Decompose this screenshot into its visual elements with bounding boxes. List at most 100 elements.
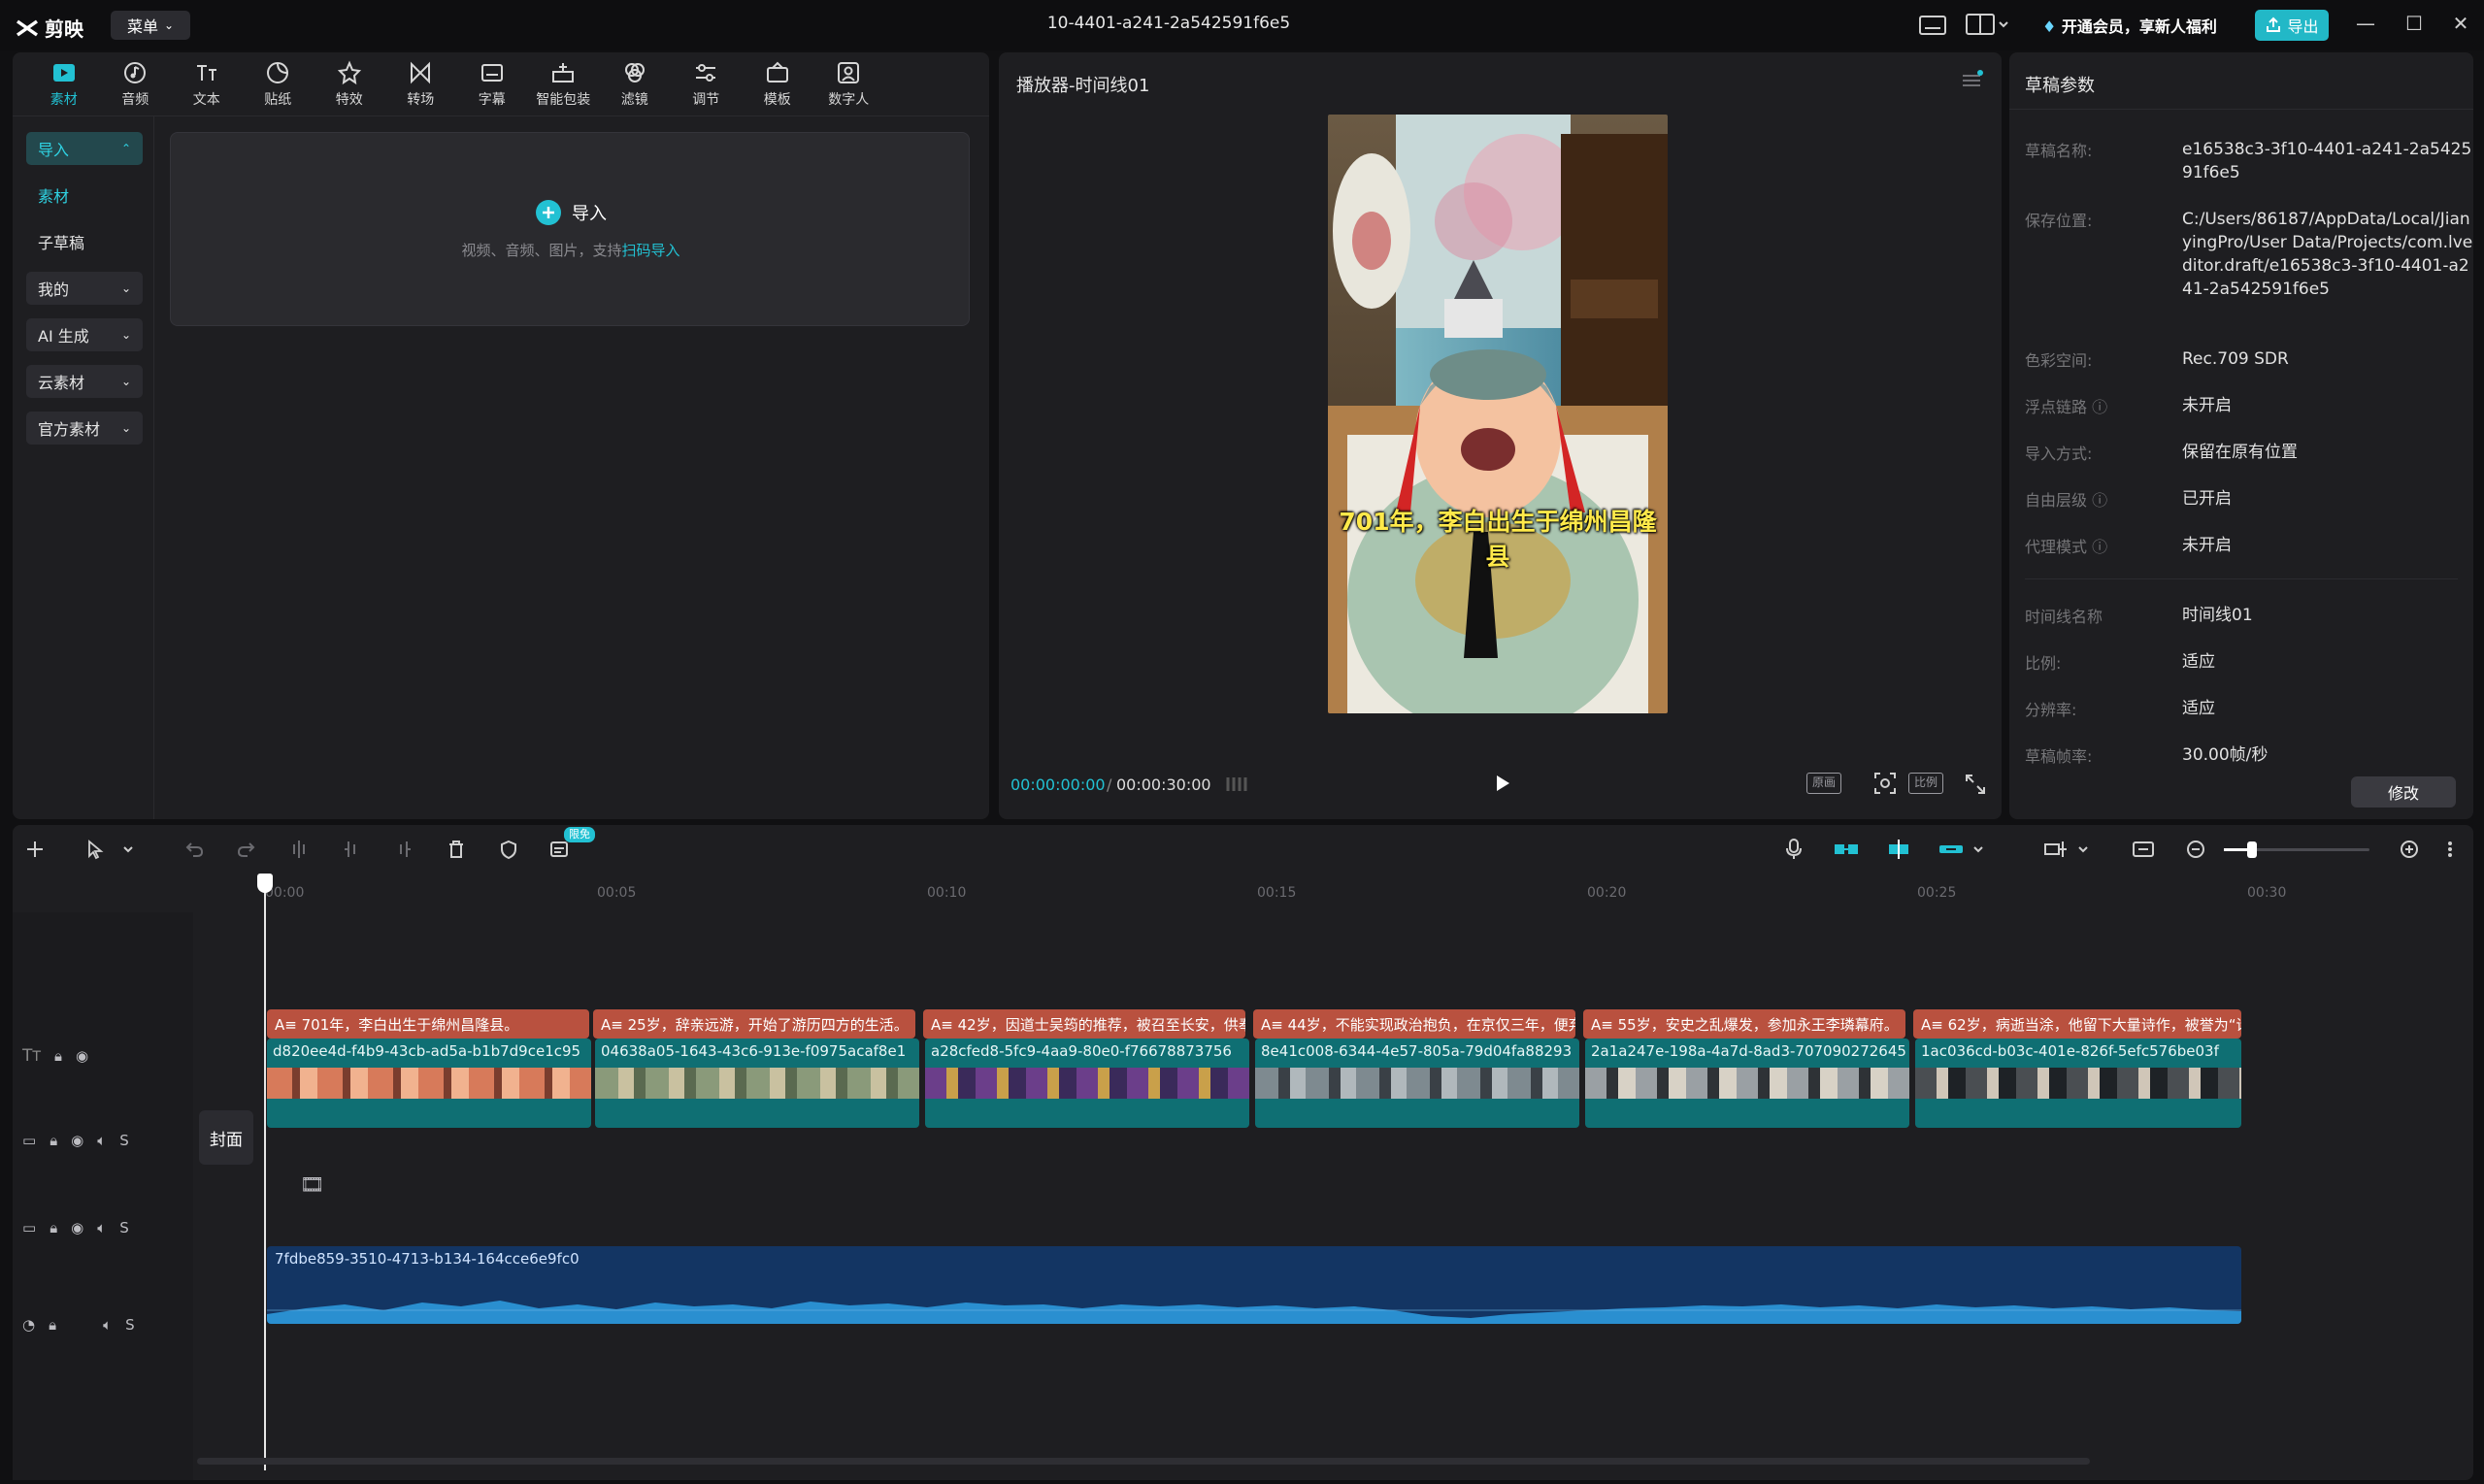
- fullscreen-icon[interactable]: [1964, 773, 1987, 796]
- tab-digital-human[interactable]: 数字人: [813, 52, 885, 116]
- ratio-button[interactable]: 比例: [1908, 773, 1943, 794]
- chevron-down-icon[interactable]: [2069, 835, 2098, 864]
- text-clip[interactable]: A≡ 25岁，辞亲远游，开始了游历四方的生活。: [593, 1009, 915, 1039]
- zoom-in-icon[interactable]: [2395, 835, 2424, 864]
- solo-icon[interactable]: S: [119, 1132, 129, 1149]
- help-icon[interactable]: ⓘ: [2092, 398, 2107, 416]
- original-quality-button[interactable]: 原画: [1806, 773, 1841, 794]
- split-left-icon[interactable]: [337, 835, 366, 864]
- split-icon[interactable]: [284, 835, 314, 864]
- lock-icon[interactable]: 🔒︎: [50, 1219, 57, 1237]
- split-right-icon[interactable]: [389, 835, 418, 864]
- help-icon[interactable]: ⓘ: [2092, 491, 2107, 510]
- preview-axis-icon[interactable]: [2041, 835, 2070, 864]
- text-clip[interactable]: A≡ 62岁，病逝当涂，他留下大量诗作，被誉为“诗仙”: [1913, 1009, 2241, 1039]
- volume-icon[interactable]: 🔈︎: [103, 1316, 112, 1334]
- sidebar-item-official[interactable]: 官方素材 ⌄: [26, 412, 143, 445]
- tab-text[interactable]: 文本: [171, 52, 243, 116]
- help-icon[interactable]: ⓘ: [2092, 538, 2107, 556]
- zoom-slider-handle[interactable]: [2247, 841, 2257, 858]
- vip-promo-link[interactable]: ♦ 开通会员，享新人福利: [2042, 14, 2217, 37]
- import-dropzone[interactable]: 导入 视频、音频、图片，支持扫码导入: [170, 132, 970, 326]
- playhead-handle[interactable]: [257, 874, 273, 893]
- sidebar-item-material[interactable]: 素材: [26, 179, 143, 212]
- sidebar-item-cloud[interactable]: 云素材 ⌄: [26, 365, 143, 398]
- zoom-out-icon[interactable]: [2181, 835, 2210, 864]
- tab-audio[interactable]: 音频: [100, 52, 172, 116]
- export-button[interactable]: 导出: [2255, 10, 2329, 41]
- audio-clip[interactable]: 7fdbe859-3510-4713-b134-164cce6e9fc0: [267, 1246, 2241, 1324]
- playhead[interactable]: [257, 874, 273, 1470]
- select-cursor-icon[interactable]: [81, 835, 110, 864]
- video-preview[interactable]: 701年，李白出生于绵州昌隆县: [1328, 115, 1668, 713]
- sidebar-item-label: AI 生成: [38, 327, 89, 346]
- delete-icon[interactable]: [442, 835, 471, 864]
- tab-smart-pack[interactable]: 智能包装: [528, 52, 600, 116]
- volume-icon[interactable]: 🔈︎: [97, 1132, 106, 1149]
- text-clip[interactable]: A≡ 701年，李白出生于绵州昌隆县。: [267, 1009, 589, 1039]
- text-clip[interactable]: A≡ 44岁，不能实现政治抱负，在京仅三年，便弃官而去: [1253, 1009, 1575, 1039]
- scan-import-link[interactable]: 扫码导入: [622, 242, 680, 259]
- horizontal-scrollbar[interactable]: [197, 1458, 2090, 1465]
- auto-snap-icon[interactable]: [1884, 835, 1913, 864]
- video-clip[interactable]: 04638a05-1643-43c6-913e-f0975acaf8e1: [595, 1039, 919, 1128]
- linkage-icon[interactable]: [1937, 835, 1966, 864]
- tab-subtitle[interactable]: 字幕: [456, 52, 528, 116]
- volume-icon[interactable]: 🔈︎: [97, 1219, 106, 1237]
- lock-icon[interactable]: 🔒︎: [50, 1132, 57, 1149]
- player-menu-icon[interactable]: [1960, 70, 1983, 91]
- minimize-icon[interactable]: —: [2351, 12, 2380, 39]
- eye-icon[interactable]: ◉: [71, 1219, 83, 1237]
- video-clip-label: 2a1a247e-198a-4a7d-8ad3-707090272645: [1591, 1042, 1906, 1060]
- solo-icon[interactable]: S: [119, 1219, 129, 1237]
- layout-icon[interactable]: [1965, 12, 2009, 37]
- lock-icon[interactable]: 🔒︎: [49, 1316, 56, 1334]
- undo-icon[interactable]: [180, 835, 209, 864]
- tab-filter[interactable]: 滤镜: [599, 52, 671, 116]
- video-clip[interactable]: a28cfed8-5fc9-4aa9-80e0-f76678873756: [925, 1039, 1249, 1128]
- shield-icon[interactable]: [494, 835, 523, 864]
- maximize-icon[interactable]: ☐: [2400, 12, 2429, 39]
- tab-template[interactable]: 模板: [742, 52, 813, 116]
- time-ruler[interactable]: 00:00 00:05 00:10 00:15 00:20 00:25 00:3…: [265, 874, 2473, 912]
- chevron-down-icon[interactable]: [1964, 835, 1993, 864]
- text-clip[interactable]: A≡ 55岁，安史之乱爆发，参加永王李璘幕府。: [1583, 1009, 1905, 1039]
- sidebar-item-subdraft[interactable]: 子草稿: [26, 225, 143, 258]
- zoom-slider[interactable]: [2224, 841, 2369, 858]
- tab-transition[interactable]: 转场: [385, 52, 457, 116]
- video-clip[interactable]: 2a1a247e-198a-4a7d-8ad3-707090272645: [1585, 1039, 1909, 1128]
- redo-icon[interactable]: [232, 835, 261, 864]
- tab-sticker[interactable]: 贴纸: [243, 52, 315, 116]
- eye-icon[interactable]: ◉: [76, 1047, 88, 1065]
- video-clip[interactable]: d820ee4d-f4b9-43cb-ad5a-b1b7d9ce1c95: [267, 1039, 591, 1128]
- fit-timeline-icon[interactable]: [2129, 835, 2158, 864]
- close-icon[interactable]: ✕: [2446, 12, 2475, 39]
- lock-icon[interactable]: 🔒︎: [54, 1047, 62, 1065]
- tab-effects[interactable]: 特效: [314, 52, 385, 116]
- modify-button[interactable]: 修改: [2351, 776, 2456, 808]
- text-clip[interactable]: A≡ 42岁，因道士吴筠的推荐，被召至长安，供奉翰林: [923, 1009, 1245, 1039]
- add-track-icon[interactable]: [20, 835, 50, 864]
- timecode-format-icon[interactable]: [1224, 775, 1253, 794]
- subtitle-layout-icon[interactable]: [1918, 14, 1947, 37]
- tab-adjust[interactable]: 调节: [671, 52, 743, 116]
- sidebar-item-mine[interactable]: 我的 ⌄: [26, 272, 143, 305]
- cover-button[interactable]: 封面: [199, 1110, 253, 1165]
- sidebar-item-import[interactable]: 导入 ⌃: [26, 132, 143, 165]
- screenshot-icon[interactable]: [1872, 771, 1898, 796]
- main-track-magnet-icon[interactable]: [1832, 835, 1861, 864]
- solo-icon[interactable]: S: [125, 1316, 135, 1334]
- video-clip-label: 04638a05-1643-43c6-913e-f0975acaf8e1: [601, 1042, 907, 1060]
- sidebar-item-ai-generate[interactable]: AI 生成 ⌄: [26, 318, 143, 351]
- play-button[interactable]: [1489, 771, 1514, 796]
- microphone-icon[interactable]: [1779, 835, 1808, 864]
- filmstrip-icon[interactable]: 🎞︎: [300, 1172, 324, 1196]
- chevron-down-icon[interactable]: [114, 835, 143, 864]
- upload-icon: [2267, 16, 2281, 32]
- import-button[interactable]: 导入: [171, 199, 971, 226]
- video-clip[interactable]: 1ac036cd-b03c-401e-826f-5efc576be03f: [1915, 1039, 2241, 1128]
- eye-icon[interactable]: ◉: [71, 1132, 83, 1149]
- more-icon[interactable]: [2435, 835, 2465, 864]
- tab-media[interactable]: 素材: [28, 52, 100, 116]
- video-clip[interactable]: 8e41c008-6344-4e57-805a-79d04fa88293: [1255, 1039, 1579, 1128]
